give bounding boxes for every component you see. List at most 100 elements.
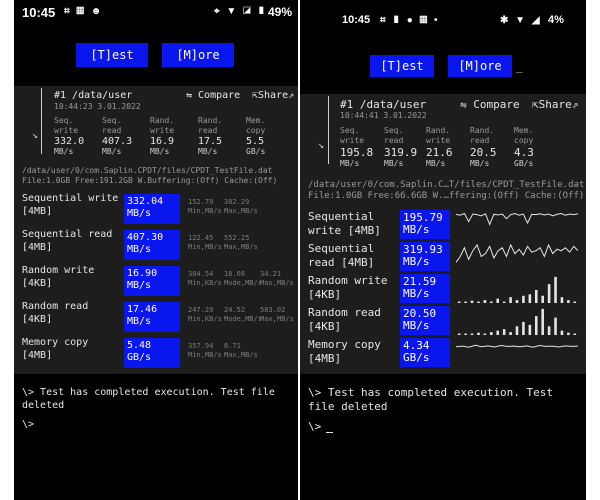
- summary-seq-write: Seq. write 332.0 MB/s: [54, 116, 85, 156]
- histogram-bar: [534, 289, 538, 303]
- results-panel: ↘ #1 /data/user 10:44:23 3.01.2022 ⇋ Com…: [14, 86, 298, 374]
- file-path: /data/user/0/com.Saplin.CPDT/files/CPDT_…: [22, 166, 273, 175]
- summary-seq-write: Seq. write 195.8 MB/s: [340, 126, 374, 168]
- rand-write-histogram: [457, 276, 577, 303]
- share-button[interactable]: ⇱Share⇗: [532, 98, 578, 111]
- summary-seq-read: Seq. read 407.3 MB/s: [102, 116, 133, 156]
- status-bar: 10:45 ⌗ ▦ ☻ ⌖ ▼ ◪ ▮ 49%: [14, 0, 298, 24]
- histogram-bar: [457, 301, 461, 303]
- histogram-bar: [496, 330, 500, 335]
- status-bar: 10:45 ⌗ ▮ ● ▦ • ✱ ▼ ◢ 4%: [300, 0, 586, 26]
- histogram-bar: [528, 294, 532, 303]
- histogram-bar: [477, 301, 480, 303]
- histogram-bar: [541, 308, 544, 335]
- histogram-bar: [470, 300, 474, 303]
- histogram-bar: [567, 332, 570, 335]
- value-bar: 319.93 MB/s: [400, 242, 450, 271]
- histogram-bar: [522, 321, 525, 335]
- histogram-bar: [509, 297, 512, 303]
- value-bar: 4.34 GB/s: [400, 338, 450, 367]
- summary-rand-read: Rand. read 20.5 MB/s: [470, 126, 497, 168]
- histogram-bar: [464, 333, 467, 335]
- results-panel: ↘ #1 /data/user 10:44:41 3.01.2022 ⇋ Com…: [300, 94, 586, 374]
- seq-write-sparkline: [456, 212, 578, 226]
- histogram-bar: [509, 332, 512, 335]
- result-bracket: [41, 88, 42, 154]
- histogram-bar: [490, 301, 493, 303]
- battery-level: 4%: [548, 14, 564, 26]
- histogram-bar: [547, 284, 551, 303]
- value-bar: 17.46 MB/s: [124, 302, 180, 332]
- histogram-bar: [522, 295, 525, 303]
- sparkline-series: [456, 243, 578, 263]
- file-info: File:1.0GB Free:191.2GB W.Buffering:(Off…: [22, 176, 278, 185]
- notification-icons: ⌗ ▦ ☻: [64, 6, 104, 17]
- run-timestamp: 10:44:23 3.01.2022: [54, 102, 141, 111]
- histogram-bar: [477, 332, 480, 335]
- histogram-bar: [515, 300, 519, 303]
- histogram-bar: [573, 333, 577, 335]
- more-button[interactable]: [M]ore: [162, 43, 234, 67]
- mem-copy-sparkline: [456, 344, 578, 348]
- histogram-bar: [490, 332, 493, 335]
- terminal-prompt[interactable]: \>: [308, 420, 321, 433]
- histogram-bar: [464, 301, 467, 303]
- histogram-bar: [547, 326, 551, 335]
- right-screenshot: 10:45 ⌗ ▮ ● ▦ • ✱ ▼ ◢ 4% [T]est [M]ore _…: [300, 0, 586, 500]
- histogram-bar: [457, 333, 461, 335]
- value-bar: 5.48 GB/s: [124, 338, 180, 368]
- test-button[interactable]: [T]est: [370, 55, 434, 77]
- terminal-output-line1: \> Test has completed execution. Test fi…: [22, 387, 275, 398]
- histogram-bar: [554, 276, 557, 303]
- summary-rand-write: Rand. write 16.9 MB/s: [150, 116, 175, 156]
- input-cursor: _: [516, 60, 523, 73]
- histogram-bar: [470, 333, 474, 335]
- histogram-bar: [528, 324, 532, 335]
- terminal-cursor: [326, 432, 333, 433]
- terminal-output-line1: \> Test has completed execution. Test: [308, 386, 554, 399]
- histogram-bar: [483, 300, 487, 303]
- summary-mem-copy: Mem. copy 5.5 GB/s: [246, 116, 266, 156]
- histogram-bar: [483, 333, 487, 335]
- file-info: File:1.0GB Free:66.6GB W.…ffering:(Off) …: [308, 191, 585, 201]
- value-bar: 407.30 MB/s: [124, 230, 180, 260]
- signal-wifi-icons: ✱ ▼ ◢: [500, 15, 542, 26]
- expand-arrow-icon[interactable]: ↘: [32, 130, 38, 141]
- clock: 10:45: [22, 5, 56, 20]
- terminal-prompt[interactable]: \>: [22, 418, 34, 431]
- histogram-bar: [502, 329, 506, 335]
- left-screenshot: 10:45 ⌗ ▦ ☻ ⌖ ▼ ◪ ▮ 49% [T]est [M]ore ↘ …: [14, 0, 298, 500]
- sparkline-series: [456, 212, 578, 226]
- histogram-bar: [554, 317, 557, 335]
- sparkline-series: [456, 344, 578, 348]
- histogram-bar: [560, 330, 564, 335]
- expand-arrow-icon[interactable]: ↘: [318, 140, 324, 151]
- histogram-bar: [560, 297, 564, 303]
- more-button[interactable]: [M]ore: [448, 55, 512, 77]
- battery-level: 49%: [268, 5, 293, 19]
- summary-seq-read: Seq. read 319.9 MB/s: [384, 126, 418, 168]
- test-button[interactable]: [T]est: [76, 43, 148, 67]
- compare-button[interactable]: ⇋ Compare: [460, 98, 520, 111]
- value-bar: 195.79 MB/s: [400, 210, 450, 239]
- summary-rand-read: Rand. read 17.5 MB/s: [198, 116, 223, 156]
- run-timestamp: 10:44:41 3.01.2022: [340, 111, 427, 120]
- file-path: /data/user/0/com.Saplin.C…T/files/CPDT_T…: [308, 180, 585, 190]
- compare-button[interactable]: ⇋ Compare: [186, 90, 240, 101]
- signal-wifi-battery-icons: ⌖ ▼ ◪ ▮: [214, 6, 268, 17]
- histogram-bar: [502, 301, 506, 303]
- notification-icons: ⌗ ▮ ● ▦ •: [380, 15, 440, 26]
- run-title: #1 /data/user: [340, 98, 427, 111]
- histogram-bar: [534, 316, 538, 335]
- summary-mem-copy: Mem. copy 4.3 GB/s: [514, 126, 534, 168]
- rand-read-histogram: [457, 308, 577, 335]
- terminal-output-line2: deleted: [22, 400, 65, 411]
- value-bar: 332.04 MB/s: [124, 194, 180, 224]
- run-title: #1 /data/user: [54, 90, 133, 101]
- clock: 10:45: [342, 14, 371, 26]
- value-bar: 16.90 MB/s: [124, 266, 180, 296]
- result-bracket: [328, 96, 329, 164]
- share-button[interactable]: ⇱Share⇗: [252, 90, 294, 101]
- value-bar: 21.59 MB/s: [400, 274, 450, 303]
- seq-read-sparkline: [456, 243, 578, 263]
